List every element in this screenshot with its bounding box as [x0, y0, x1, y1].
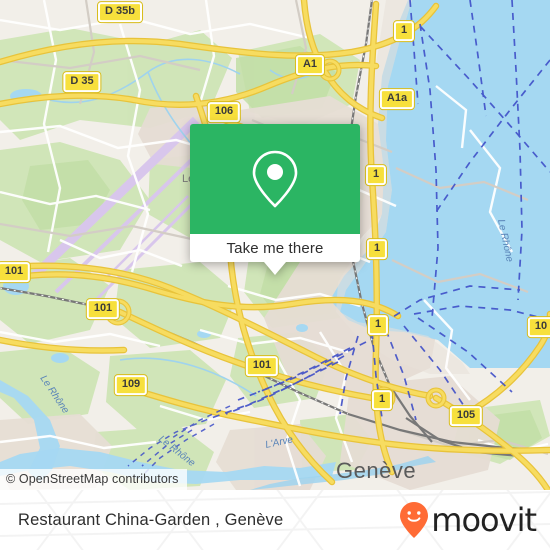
bottom-bar: Restaurant China-Garden , Genève moovit — [0, 490, 550, 550]
road-shield: 1 — [366, 239, 388, 259]
road-shield: 109 — [114, 375, 148, 395]
popup-pointer — [264, 262, 286, 275]
road-shield: 101 — [86, 299, 120, 319]
road-shield: D 35b — [98, 2, 142, 22]
road-shield: D 35 — [63, 72, 101, 92]
moovit-wordmark: moovit — [431, 501, 537, 539]
take-me-there-label: Take me there — [226, 239, 324, 257]
moovit-logo[interactable]: moovit — [399, 501, 537, 539]
road-shield: 1 — [365, 165, 387, 185]
road-shield: A1 — [295, 55, 325, 75]
map-pin-icon — [252, 150, 298, 208]
place-title: Restaurant China-Garden , Genève — [18, 510, 284, 529]
road-shield: A1a — [379, 89, 415, 109]
road-shield: 106 — [207, 102, 241, 122]
road-shield: 1 — [393, 21, 415, 41]
road-shield: 10 — [527, 317, 550, 337]
map-attribution[interactable]: © OpenStreetMap contributors — [0, 469, 187, 490]
take-me-there-button[interactable]: Take me there — [190, 234, 360, 262]
road-shield: 105 — [449, 406, 483, 426]
map-popup-card[interactable]: Take me there — [190, 124, 360, 275]
moovit-pin-smiley-icon — [400, 502, 429, 538]
road-shield: 101 — [245, 356, 279, 376]
road-shield: 1 — [371, 390, 393, 410]
popup-image-area — [190, 124, 360, 234]
screenshot-root: Le Rhône Le Rhône Le Rhône L'Arve Le Gr … — [0, 0, 550, 550]
map-city-label: Genève — [336, 458, 416, 483]
road-shield: 1 — [367, 315, 389, 335]
road-shield: 101 — [0, 262, 31, 282]
